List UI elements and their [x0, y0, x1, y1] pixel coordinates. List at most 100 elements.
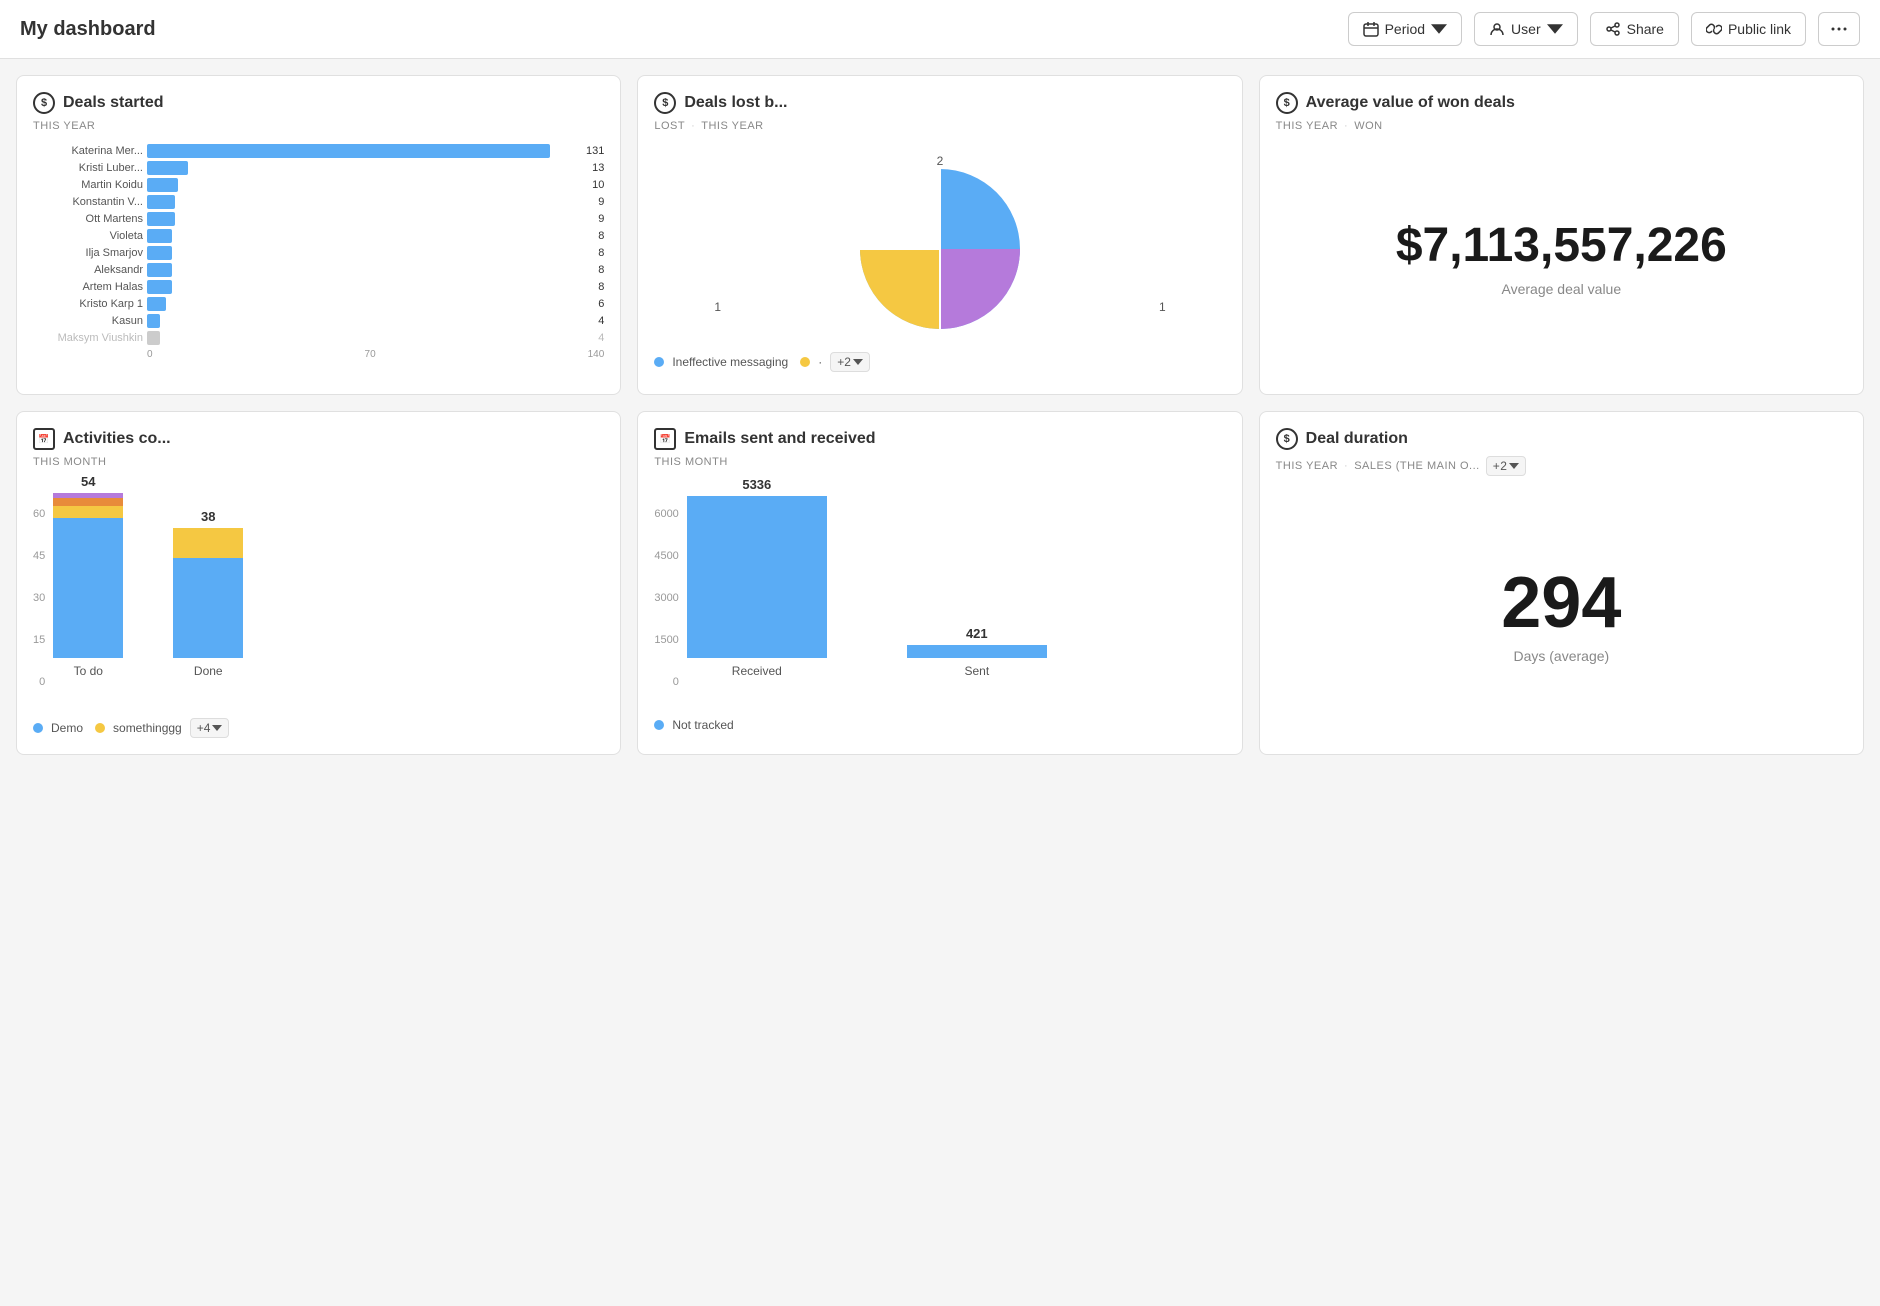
deals-started-card: $ Deals started THIS YEAR Katerina Mer..… [16, 75, 621, 395]
chevron-down-icon [212, 725, 222, 731]
sent-bar [907, 645, 1047, 658]
sent-label: Sent [964, 664, 989, 678]
emails-bars: 5336 Received 421 Sent [687, 488, 1226, 702]
pie-chart-svg [840, 159, 1040, 339]
bar-row-9: Artem Halas 8 [33, 280, 604, 294]
user-button[interactable]: User [1474, 12, 1578, 46]
legend-more-button[interactable]: +2 [830, 352, 870, 372]
todo-seg-blue [53, 518, 123, 658]
share-button[interactable]: Share [1590, 12, 1679, 46]
activities-card: 📅 Activities co... THIS MONTH 60 45 30 1… [16, 411, 621, 755]
sent-bar-group: 421 Sent [907, 626, 1047, 678]
pie-label-right: 1 [1159, 300, 1166, 314]
deal-duration-header: $ Deal duration [1276, 428, 1847, 450]
deals-lost-card: $ Deals lost b... LOST · THIS YEAR 2 1 [637, 75, 1242, 395]
average-value-label: Average deal value [1502, 281, 1622, 297]
done-seg-blue [173, 558, 243, 658]
pie-label-top: 2 [937, 154, 944, 168]
pie-label-left: 1 [714, 300, 721, 314]
legend-dot-blue [654, 357, 664, 367]
bar-row-3: Martin Koidu 10 [33, 178, 604, 192]
more-options-button[interactable] [1818, 12, 1860, 46]
average-value-card: $ Average value of won deals THIS YEAR ·… [1259, 75, 1864, 395]
ellipsis-icon [1831, 21, 1847, 37]
activities-chart-area: 60 45 30 15 0 54 To do [33, 480, 604, 710]
emails-legend: Not tracked [654, 710, 1225, 732]
emails-y-axis: 6000 4500 3000 1500 0 [654, 508, 686, 688]
link-icon [1706, 21, 1722, 37]
activities-header: 📅 Activities co... [33, 428, 604, 450]
emails-subtitle: THIS MONTH [654, 456, 1225, 468]
deal-duration-icon: $ [1276, 428, 1298, 450]
public-link-button[interactable]: Public link [1691, 12, 1806, 46]
done-label: Done [194, 664, 223, 678]
todo-value: 54 [81, 474, 95, 489]
done-bar-group: 38 Done [173, 509, 243, 678]
bar-row-11: Kasun 4 [33, 314, 604, 328]
deal-duration-display: 294 Days (average) [1276, 488, 1847, 738]
dashboard-grid: $ Deals started THIS YEAR Katerina Mer..… [0, 59, 1880, 771]
received-value: 5336 [742, 477, 771, 492]
chevron-down-icon [1431, 21, 1447, 37]
deals-lost-legend: Ineffective messaging · +2 [654, 344, 1225, 372]
deals-lost-pie: 2 1 1 [654, 144, 1225, 344]
activities-legend-dot-blue [33, 723, 43, 733]
emails-chart-area: 6000 4500 3000 1500 0 5336 Received 421 [654, 480, 1225, 710]
chevron-down-icon [853, 359, 863, 365]
emails-icon: 📅 [654, 428, 676, 450]
deal-duration-subtitle: THIS YEAR · SALES (THE MAIN O... +2 [1276, 456, 1847, 476]
deals-lost-subtitle: LOST · THIS YEAR [654, 120, 1225, 132]
bar-row-6: Violeta 8 [33, 229, 604, 243]
activities-bars: 54 To do 38 Done [53, 488, 604, 702]
activities-legend-dot-yellow [95, 723, 105, 733]
activities-subtitle: THIS MONTH [33, 456, 604, 468]
deals-started-subtitle: THIS YEAR [33, 120, 604, 132]
deals-started-header: $ Deals started [33, 92, 604, 114]
emails-card: 📅 Emails sent and received THIS MONTH 60… [637, 411, 1242, 755]
todo-seg-orange [53, 498, 123, 506]
bar-row-12: Maksym Viushkin 4 [33, 331, 604, 345]
average-value-display: $7,113,557,226 Average deal value [1276, 144, 1847, 370]
calendar-icon [1363, 21, 1379, 37]
average-value-number: $7,113,557,226 [1396, 218, 1727, 273]
done-value: 38 [201, 509, 215, 524]
deals-lost-icon: $ [654, 92, 676, 114]
deals-started-chart: Katerina Mer... 131 Kristi Luber... 13 M… [33, 144, 604, 360]
sent-value: 421 [966, 626, 988, 641]
average-value-icon: $ [1276, 92, 1298, 114]
period-button[interactable]: Period [1348, 12, 1462, 46]
activities-icon: 📅 [33, 428, 55, 450]
chevron-down-icon [1509, 463, 1519, 469]
received-bar [687, 496, 827, 658]
bar-row-2: Kristi Luber... 13 [33, 161, 604, 175]
deal-duration-label: Days (average) [1513, 648, 1609, 664]
deal-duration-card: $ Deal duration THIS YEAR · SALES (THE M… [1259, 411, 1864, 755]
received-bar-group: 5336 Received [687, 477, 827, 678]
deal-duration-more[interactable]: +2 [1486, 456, 1527, 476]
emails-header: 📅 Emails sent and received [654, 428, 1225, 450]
activities-legend-more[interactable]: +4 [190, 718, 230, 738]
deals-started-icon: $ [33, 92, 55, 114]
received-label: Received [732, 664, 782, 678]
bar-row-8: Aleksandr 8 [33, 263, 604, 277]
activities-y-axis: 60 45 30 15 0 [33, 508, 53, 688]
emails-legend-dot [654, 720, 664, 730]
todo-label: To do [74, 664, 103, 678]
bar-row-10: Kristo Karp 1 6 [33, 297, 604, 311]
todo-seg-yellow [53, 506, 123, 518]
average-value-header: $ Average value of won deals [1276, 92, 1847, 114]
bar-row-5: Ott Martens 9 [33, 212, 604, 226]
bar-axis: 0 70 140 [33, 349, 604, 360]
user-icon [1489, 21, 1505, 37]
share-icon [1605, 21, 1621, 37]
deals-lost-header: $ Deals lost b... [654, 92, 1225, 114]
bar-row-7: Ilja Smarjov 8 [33, 246, 604, 260]
app-header: My dashboard Period User Share Public li… [0, 0, 1880, 59]
activities-legend: Demo somethinggg +4 [33, 710, 604, 738]
legend-dot-orange [800, 357, 810, 367]
average-value-subtitle: THIS YEAR · WON [1276, 120, 1847, 132]
bar-row-4: Konstantin V... 9 [33, 195, 604, 209]
chevron-down-icon [1547, 21, 1563, 37]
page-title: My dashboard [20, 18, 1336, 41]
done-seg-yellow [173, 528, 243, 558]
